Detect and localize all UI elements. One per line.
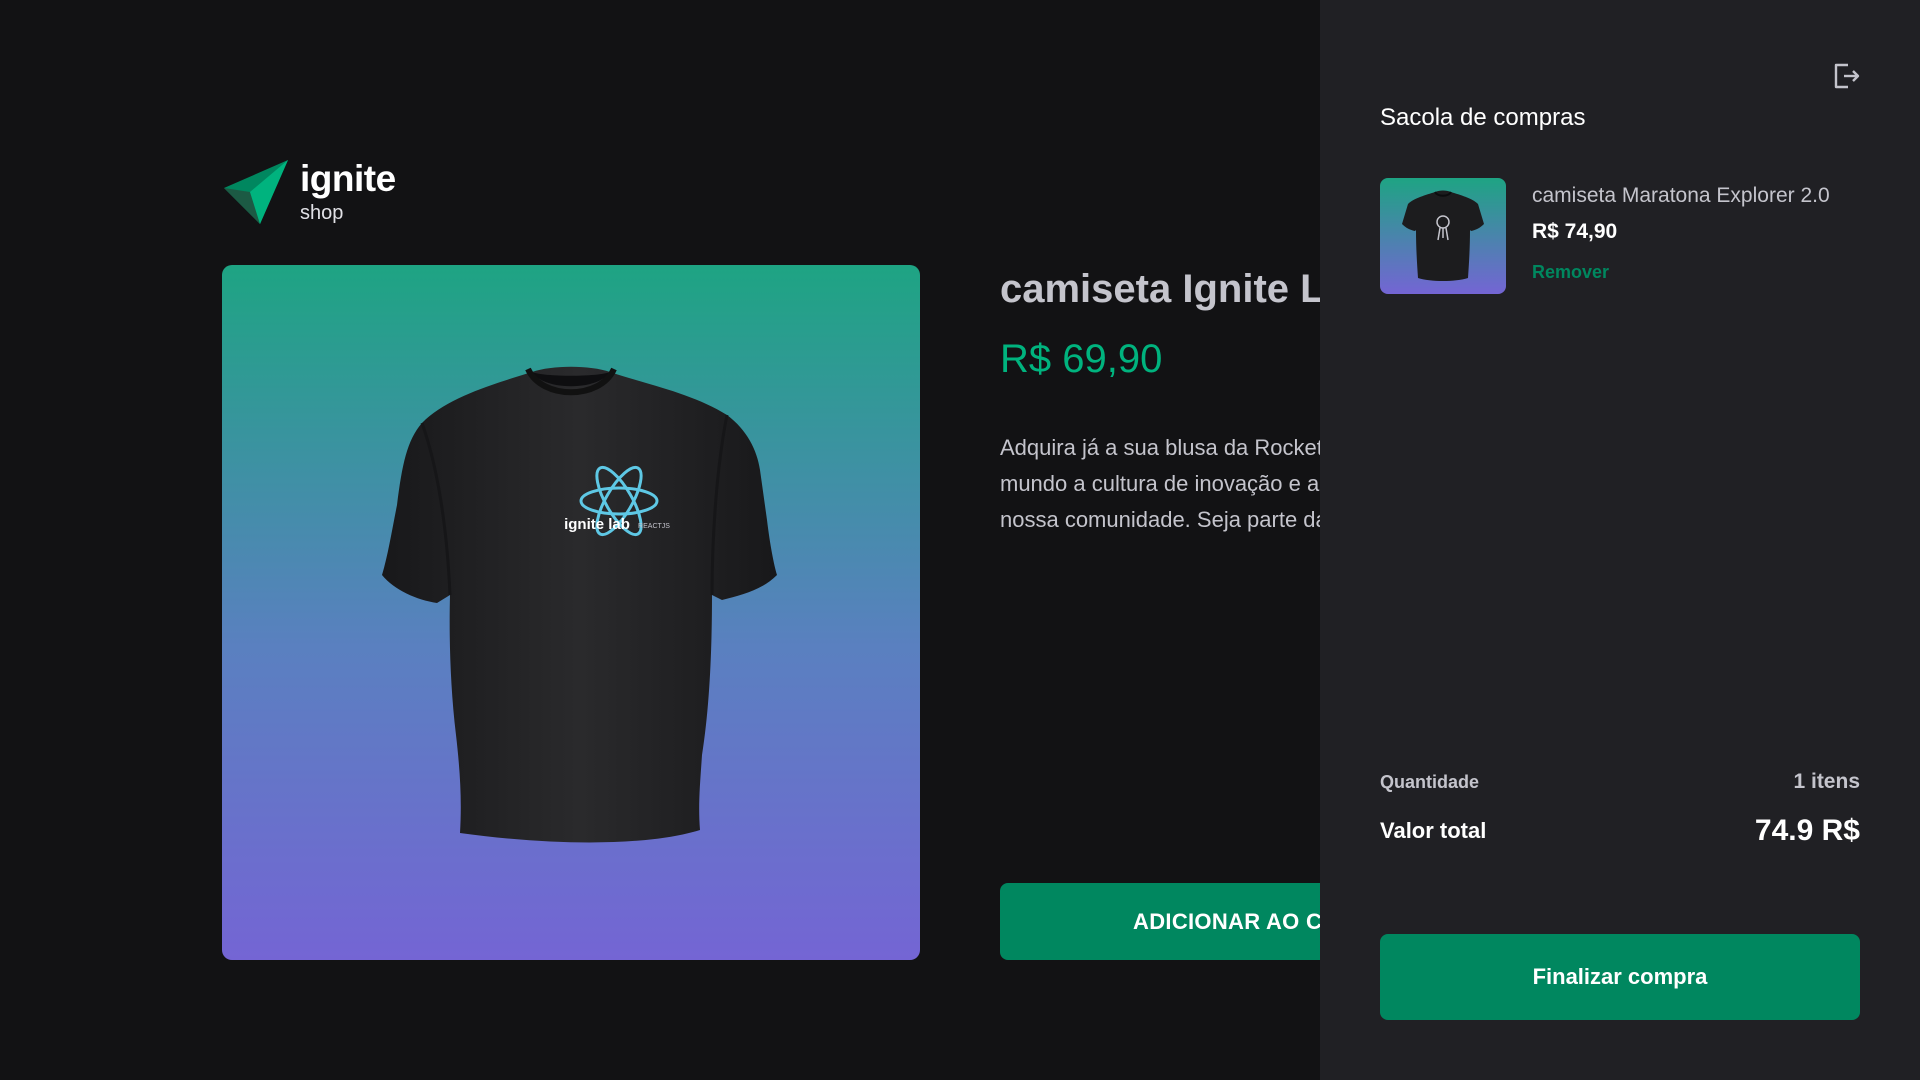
add-to-cart-button[interactable]: ADICIONAR AO CARRINHO (1000, 883, 1320, 960)
cart-summary: Quantidade 1 itens Valor total 74.9 R$ (1380, 770, 1860, 848)
shirt-print-text: ignite lab (564, 516, 630, 533)
quantity-row: Quantidade 1 itens (1380, 770, 1860, 794)
cart-item-name: camiseta Maratona Explorer 2.0 (1532, 184, 1830, 207)
product-details: camiseta Ignite Lab R$ 69,90 Adquira já … (1000, 262, 1320, 962)
product-title: camiseta Ignite Lab (1000, 267, 1320, 311)
close-cart-button[interactable] (1830, 60, 1862, 92)
total-value: 74.9 R$ (1754, 814, 1860, 847)
brand-subtitle: shop (300, 201, 344, 224)
brand-logo[interactable]: ignite shop (222, 158, 396, 224)
tshirt-illustration: ignite lab REACTJS (382, 366, 777, 843)
cart-item: camiseta Maratona Explorer 2.0 R$ 74,90 … (1380, 178, 1830, 294)
shirt-print-subtext: REACTJS (638, 523, 670, 530)
product-description: Adquira já a sua blusa da Rocketseat e m… (1000, 435, 1320, 532)
brand-title: ignite (300, 157, 396, 199)
tshirt-thumbnail-icon (1402, 190, 1484, 281)
ignite-logo-icon (224, 160, 288, 224)
product-price: R$ 69,90 (1000, 337, 1163, 381)
cart-drawer: Sacola de compras camiseta Maratona Expl… (1320, 0, 1920, 1080)
total-row: Valor total 74.9 R$ (1380, 814, 1860, 848)
sign-out-icon (1834, 63, 1860, 89)
cart-title: Sacola de compras (1380, 104, 1586, 131)
quantity-value: 1 itens (1793, 770, 1860, 793)
quantity-label: Quantidade (1380, 771, 1480, 792)
checkout-button[interactable]: Finalizar compra (1380, 934, 1860, 1020)
cart-item-price: R$ 74,90 (1532, 220, 1618, 243)
cart-item-image (1380, 178, 1506, 294)
remove-item-button[interactable]: Remover (1532, 262, 1830, 283)
total-label: Valor total (1380, 818, 1487, 843)
product-image: ignite lab REACTJS (222, 265, 920, 960)
